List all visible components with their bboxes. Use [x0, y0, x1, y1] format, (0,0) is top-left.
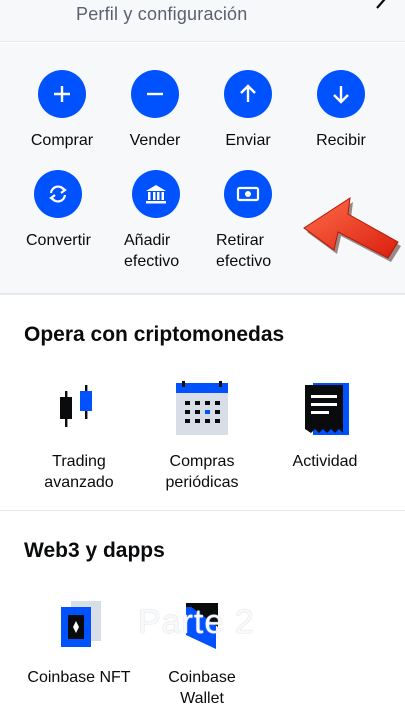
add-cash-label: Añadir efectivo	[124, 232, 180, 270]
sell-label: Vender	[129, 132, 181, 149]
send-label: Enviar	[225, 132, 271, 149]
receipt-icon	[295, 381, 355, 437]
web3-section-title: Web3 y dapps	[24, 539, 165, 562]
chevron-right-icon[interactable]	[371, 0, 391, 10]
arrow-up-icon	[224, 70, 272, 118]
nft-card-icon	[49, 597, 109, 653]
trade-section-title: Opera con criptomonedas	[24, 323, 285, 346]
receive-label: Recibir	[316, 132, 366, 149]
cash-icon	[224, 170, 272, 218]
activity-tile[interactable]: Actividad	[270, 381, 380, 472]
profile-header[interactable]: Perfil y configuración	[0, 0, 405, 42]
sell-button[interactable]: Vender	[105, 70, 205, 151]
add-cash-button[interactable]: Añadir efectivo	[124, 170, 224, 272]
avatar-icon	[22, 0, 64, 14]
convert-button[interactable]: Convertir	[26, 170, 126, 251]
convert-icon	[34, 170, 82, 218]
bank-icon	[132, 170, 180, 218]
trade-section: Opera con criptomonedas Trading avanzado	[0, 295, 405, 510]
profile-settings-label: Perfil y configuración	[76, 4, 248, 24]
recurring-buys-label: Compras periódicas	[165, 453, 239, 491]
activity-label: Actividad	[292, 453, 358, 470]
buy-label: Comprar	[30, 132, 94, 149]
send-button[interactable]: Enviar	[198, 70, 298, 151]
red-pointer-arrow	[303, 196, 401, 262]
buy-button[interactable]: Comprar	[12, 70, 112, 151]
recurring-buys-tile[interactable]: Compras periódicas	[147, 379, 257, 493]
advanced-trading-label: Trading avanzado	[44, 453, 114, 491]
arrow-down-icon	[317, 70, 365, 118]
receive-button[interactable]: Recibir	[291, 70, 391, 151]
coinbase-nft-tile[interactable]: Coinbase NFT	[24, 597, 134, 688]
coinbase-nft-label: Coinbase NFT	[27, 669, 131, 686]
plus-icon	[38, 70, 86, 118]
minus-icon	[131, 70, 179, 118]
advanced-trading-tile[interactable]: Trading avanzado	[24, 381, 134, 493]
coinbase-wallet-label: Coinbase Wallet	[168, 669, 236, 707]
convert-label: Convertir	[26, 232, 91, 249]
calendar-icon	[172, 379, 232, 437]
candlestick-icon	[49, 381, 109, 437]
video-part-watermark: Parte 2	[138, 603, 255, 641]
